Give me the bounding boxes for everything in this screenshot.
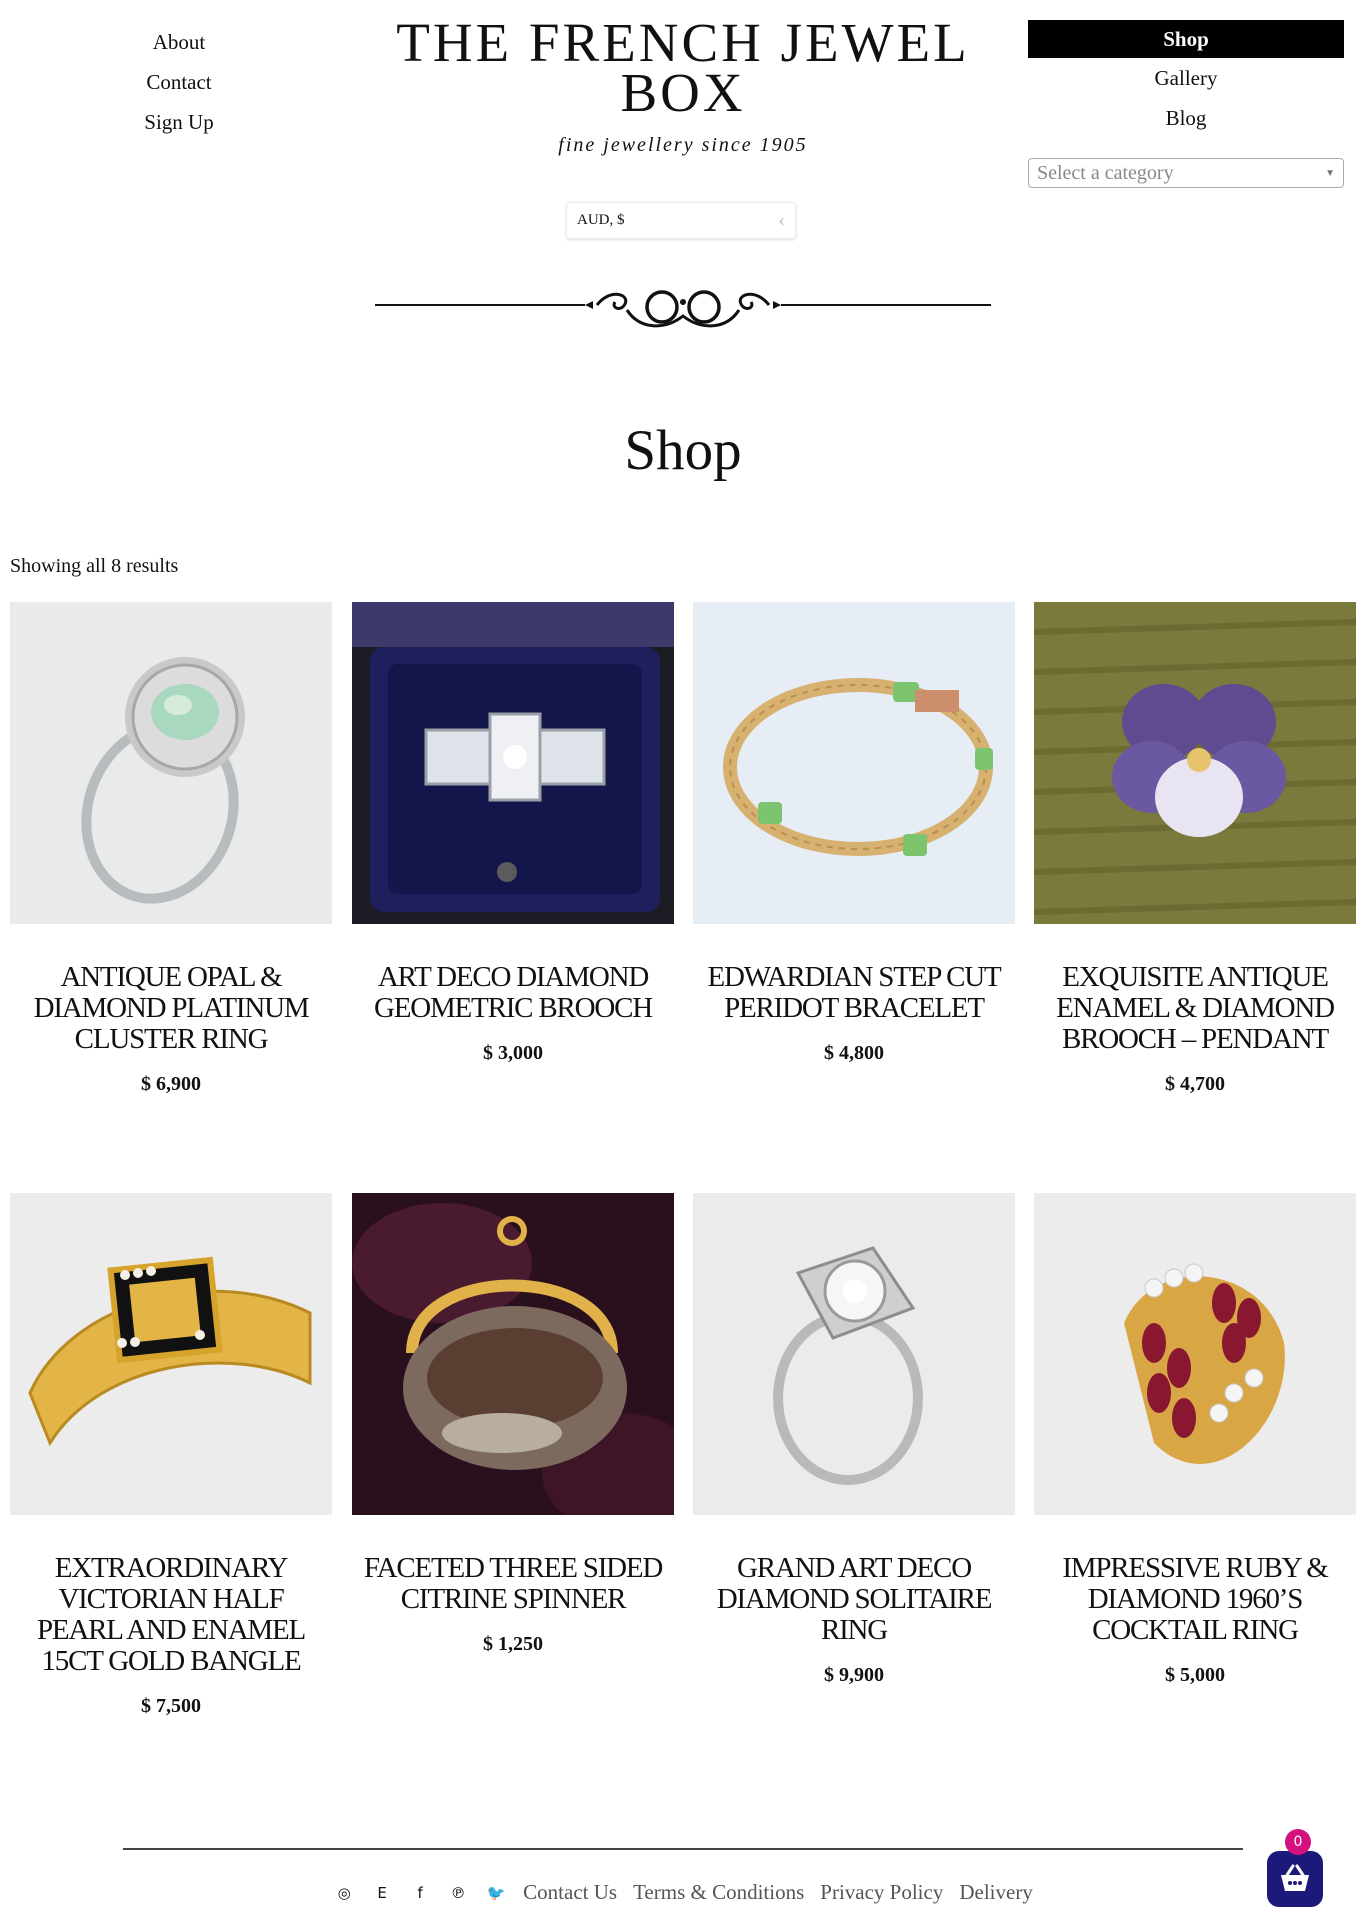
product-card[interactable]: Grand Art Deco Diamond Solitaire Ring $ … bbox=[693, 1193, 1015, 1687]
product-title[interactable]: Grand Art Deco Diamond Solitaire Ring bbox=[693, 1553, 1015, 1646]
site-tagline: fine jewellery since 1905 bbox=[558, 134, 808, 156]
product-card[interactable]: Antique Opal & Diamond Platinum Cluster … bbox=[10, 602, 332, 1096]
basket-icon bbox=[1281, 1864, 1309, 1891]
product-price: $ 3,000 bbox=[483, 1042, 543, 1064]
product-title[interactable]: Art Deco Diamond Geometric Brooch bbox=[352, 962, 674, 1024]
product-price: $ 1,250 bbox=[483, 1633, 543, 1655]
site-title[interactable]: THE FRENCH JEWEL BOX bbox=[360, 15, 1006, 120]
product-card[interactable]: Faceted Three Sided Citrine Spinner $ 1,… bbox=[352, 1193, 674, 1656]
product-title[interactable]: Extraordinary Victorian Half Pearl and E… bbox=[10, 1553, 332, 1677]
product-title[interactable]: Edwardian Step Cut Peridot Bracelet bbox=[693, 962, 1015, 1024]
product-image[interactable] bbox=[1034, 1193, 1356, 1515]
product-image[interactable] bbox=[10, 602, 332, 924]
currency-label: AUD, $ bbox=[577, 212, 625, 228]
chevron-left-icon: ‹ bbox=[778, 209, 785, 231]
category-select[interactable]: Select a category ▼ bbox=[1028, 158, 1344, 188]
footer-terms-link[interactable]: Terms & Conditions bbox=[633, 1880, 804, 1905]
nav-shop-link[interactable]: Shop bbox=[1028, 20, 1344, 58]
product-image[interactable] bbox=[693, 1193, 1015, 1515]
footer-privacy-link[interactable]: Privacy Policy bbox=[820, 1880, 943, 1905]
cart-count-badge: 0 bbox=[1285, 1829, 1311, 1855]
product-card[interactable]: Impressive Ruby & Diamond 1960’s Cocktai… bbox=[1034, 1193, 1356, 1687]
results-count: Showing all 8 results bbox=[10, 555, 179, 577]
product-image[interactable] bbox=[352, 1193, 674, 1515]
footer-bar: ◎ E f ℗ 🐦 Contact Us Terms & Conditions … bbox=[0, 1880, 1366, 1905]
footer-contact-link[interactable]: Contact Us bbox=[523, 1880, 617, 1905]
product-card[interactable]: Art Deco Diamond Geometric Brooch $ 3,00… bbox=[352, 602, 674, 1065]
product-title[interactable]: Exquisite Antique Enamel & Diamond Brooc… bbox=[1034, 962, 1356, 1055]
site-branding: THE FRENCH JEWEL BOX fine jewellery sinc… bbox=[360, 10, 1006, 157]
pinterest-icon[interactable]: ℗ bbox=[447, 1884, 469, 1902]
facebook-icon[interactable]: f bbox=[409, 1884, 431, 1902]
product-price: $ 4,700 bbox=[1165, 1073, 1225, 1095]
secondary-nav: About Contact Sign Up bbox=[104, 22, 254, 142]
product-title[interactable]: Antique Opal & Diamond Platinum Cluster … bbox=[10, 962, 332, 1055]
nav-signup-link[interactable]: Sign Up bbox=[104, 102, 254, 142]
instagram-icon[interactable]: ◎ bbox=[333, 1884, 355, 1902]
product-title[interactable]: Faceted Three Sided Citrine Spinner bbox=[352, 1553, 674, 1615]
ornamental-divider bbox=[375, 290, 991, 328]
chevron-down-icon: ▼ bbox=[1325, 167, 1335, 179]
nav-blog-link[interactable]: Blog bbox=[1028, 98, 1344, 138]
currency-switcher[interactable]: AUD, $ ‹ bbox=[566, 202, 796, 239]
page-title: Shop bbox=[624, 419, 742, 482]
nav-gallery-link[interactable]: Gallery bbox=[1028, 58, 1344, 98]
twitter-icon[interactable]: 🐦 bbox=[485, 1884, 507, 1902]
footer-delivery-link[interactable]: Delivery bbox=[959, 1880, 1032, 1905]
cart-button[interactable] bbox=[1267, 1851, 1323, 1907]
product-image[interactable] bbox=[352, 602, 674, 924]
product-price: $ 4,800 bbox=[824, 1042, 884, 1064]
product-card[interactable]: Edwardian Step Cut Peridot Bracelet $ 4,… bbox=[693, 602, 1015, 1065]
product-image[interactable] bbox=[10, 1193, 332, 1515]
product-title[interactable]: Impressive Ruby & Diamond 1960’s Cocktai… bbox=[1034, 1553, 1356, 1646]
product-price: $ 9,900 bbox=[824, 1664, 884, 1686]
product-image[interactable] bbox=[693, 602, 1015, 924]
product-price: $ 7,500 bbox=[141, 1695, 201, 1717]
product-card[interactable]: Extraordinary Victorian Half Pearl and E… bbox=[10, 1193, 332, 1718]
main-nav: Shop Gallery Blog bbox=[1028, 20, 1344, 138]
nav-contact-link[interactable]: Contact bbox=[104, 62, 254, 102]
category-select-placeholder: Select a category bbox=[1037, 161, 1174, 184]
product-price: $ 5,000 bbox=[1165, 1664, 1225, 1686]
etsy-icon[interactable]: E bbox=[371, 1884, 393, 1902]
product-price: $ 6,900 bbox=[141, 1073, 201, 1095]
nav-about-link[interactable]: About bbox=[104, 22, 254, 62]
product-card[interactable]: Exquisite Antique Enamel & Diamond Brooc… bbox=[1034, 602, 1356, 1096]
product-image[interactable] bbox=[1034, 602, 1356, 924]
footer-divider bbox=[123, 1848, 1243, 1850]
